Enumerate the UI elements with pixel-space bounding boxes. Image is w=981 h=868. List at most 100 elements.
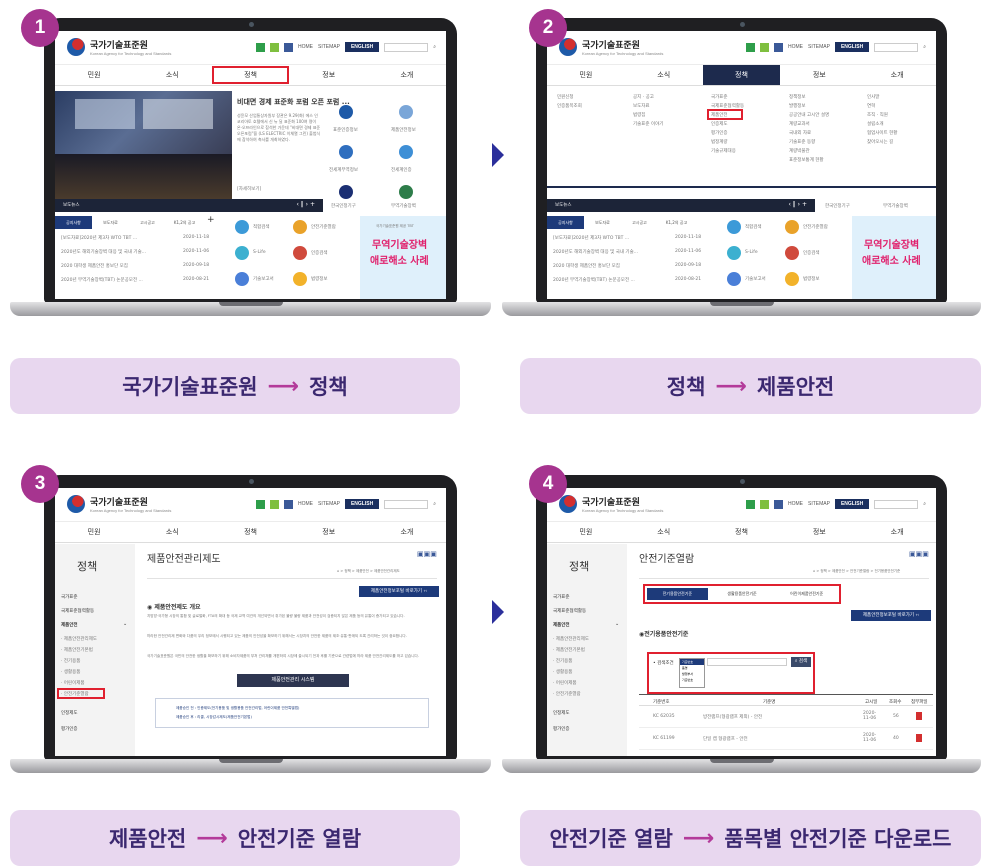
service-link[interactable]: 적합검색 xyxy=(745,224,762,230)
nav-about[interactable]: 소개 xyxy=(858,522,936,542)
menu-item[interactable]: 계량교과서 xyxy=(789,121,810,127)
mobile-icon[interactable] xyxy=(270,42,279,52)
nav-news[interactable]: 소식 xyxy=(625,522,703,542)
news-title[interactable]: 2020년 무역기술장벽(TBT) 논문공모전 ... xyxy=(61,277,143,283)
quick-link[interactable]: 무역기술장벽 xyxy=(883,203,908,209)
site-logo[interactable]: 국가기술표준원 Korean Agency for Technology and… xyxy=(559,495,663,513)
news-title[interactable]: [보도자료]2020년 제3차 WTO TBT ... xyxy=(553,235,629,241)
quick-link[interactable]: 무역기술장벽 xyxy=(391,203,416,209)
side-menu-item[interactable]: · 생활용품 xyxy=(61,669,80,675)
nav-info[interactable]: 정보 xyxy=(290,522,368,542)
search-icon[interactable]: ⌕ xyxy=(923,501,926,507)
news-title[interactable]: [보도자료]2020년 제3차 WTO TBT ... xyxy=(61,235,137,241)
english-button[interactable]: ENGLISH xyxy=(834,42,870,52)
side-menu-item[interactable]: · 안전기준열람 xyxy=(553,691,581,697)
nav-policy[interactable]: 정책 xyxy=(211,65,289,85)
site-logo[interactable]: 국가기술표준원 Korean Agency for Technology and… xyxy=(67,38,171,56)
quick-link[interactable]: 전세계인증 xyxy=(391,167,412,173)
menu-item[interactable]: 법정계량 xyxy=(711,139,728,145)
tab-k-announce[interactable]: K1,2의 공고 xyxy=(166,216,203,229)
side-menu-item[interactable]: · 전기용품 xyxy=(61,658,80,664)
menu-item[interactable]: 조직 · 직원 xyxy=(867,112,888,118)
menu-item[interactable]: 정책정보 xyxy=(789,94,806,100)
search-input[interactable] xyxy=(384,499,429,509)
search-input[interactable] xyxy=(874,42,919,52)
nav-news[interactable]: 소식 xyxy=(133,65,211,85)
service-link[interactable]: 기술보고서 xyxy=(253,276,274,282)
news-title[interactable]: 2020 대학생 제품안전 홍보단 모집 xyxy=(553,263,620,269)
menu-item[interactable]: 찾아오시는 길 xyxy=(867,139,893,145)
search-input[interactable] xyxy=(384,42,429,52)
menu-item[interactable]: 국가표준 xyxy=(711,94,728,100)
service-link[interactable]: 법령정보 xyxy=(311,276,328,282)
service-link[interactable]: 적합검색 xyxy=(253,224,270,230)
news-title[interactable]: 2020년도 해외기술장벽 대응 및 국내 기술... xyxy=(553,249,638,255)
side-menu-item[interactable]: 제품안전 xyxy=(61,622,78,628)
portal-link-button[interactable]: 제품안전정보포털 바로가기 ‹‹ xyxy=(851,610,931,621)
service-link[interactable]: 법령정보 xyxy=(803,276,820,282)
side-menu-item[interactable]: 제품안전 xyxy=(553,622,570,628)
side-menu-item[interactable]: · 어린이제품 xyxy=(61,680,85,686)
nav-civil[interactable]: 민원 xyxy=(547,522,625,542)
quick-link[interactable]: 제품안전정보 xyxy=(391,127,416,133)
service-link[interactable]: 안전기준열람 xyxy=(803,224,828,230)
menu-item[interactable]: 평가인증 xyxy=(711,130,728,136)
slider-controls[interactable]: ‹ ‖ › + xyxy=(788,201,807,208)
menu-item[interactable]: 기술규제대응 xyxy=(711,148,736,154)
search-icon[interactable]: ⌕ xyxy=(433,501,436,507)
chat-icon[interactable] xyxy=(746,42,755,52)
side-menu-item[interactable]: · 제품안전기본법 xyxy=(553,647,585,653)
pdf-icon[interactable] xyxy=(916,734,922,742)
quick-link[interactable]: 한국인정기구 xyxy=(331,203,356,209)
home-link[interactable]: HOME xyxy=(298,44,313,50)
nav-about[interactable]: 소개 xyxy=(368,522,446,542)
menu-item[interactable]: 설립소개 xyxy=(867,121,884,127)
tab-announce[interactable]: 고시공고 xyxy=(129,216,166,229)
nav-policy[interactable]: 정책 xyxy=(211,522,289,542)
english-button[interactable]: ENGLISH xyxy=(344,42,380,52)
menu-item[interactable]: 기술표준 동향 xyxy=(789,139,815,145)
menu-item[interactable]: 협업사이트 현황 xyxy=(867,130,897,136)
tab-press[interactable]: 보도자료 xyxy=(92,216,129,229)
side-menu-item[interactable]: 인정제도 xyxy=(553,710,570,716)
menu-item[interactable]: 인증제도 xyxy=(711,121,728,127)
main-visual[interactable] xyxy=(55,91,232,199)
site-logo[interactable]: 국가기술표준원 Korean Agency for Technology and… xyxy=(67,495,171,513)
menu-item[interactable]: 인사말 xyxy=(867,94,879,100)
nav-civil[interactable]: 민원 xyxy=(547,65,625,85)
share-icons[interactable]: ▣▣▣ xyxy=(909,550,929,558)
nav-policy[interactable]: 정책 xyxy=(702,65,781,85)
tbt-banner[interactable]: 국가기술표준원 제공 TBT 무역기술장벽 애로해소 사례 xyxy=(360,216,446,299)
mobile-icon[interactable] xyxy=(760,42,769,52)
news-more-icon[interactable]: + xyxy=(207,215,215,225)
chat-icon[interactable] xyxy=(256,499,265,509)
tab-k-announce[interactable]: K1,2의 공고 xyxy=(658,216,695,229)
side-menu-item[interactable]: 평가인증 xyxy=(553,726,570,732)
side-menu-item[interactable]: 인정제도 xyxy=(61,710,78,716)
side-menu-item[interactable]: · 어린이제품 xyxy=(553,680,577,686)
menu-item[interactable]: 연혁 xyxy=(867,103,875,109)
quick-link[interactable]: 전세계무역정보 xyxy=(329,167,358,173)
side-menu-item[interactable]: 국가표준 xyxy=(61,594,78,600)
sitemap-link[interactable]: SITEMAP xyxy=(808,501,830,507)
side-menu-item[interactable]: 국제표준협력활동 xyxy=(553,608,586,614)
tbt-banner[interactable]: 무역기술장벽 애로해소 사례 xyxy=(852,216,936,299)
tab-notice[interactable]: 공지사항 xyxy=(547,216,584,229)
chat-icon[interactable] xyxy=(256,42,265,52)
mobile-icon[interactable] xyxy=(270,499,279,509)
side-menu-item[interactable]: · 제품안전기본법 xyxy=(61,647,93,653)
portal-link-button[interactable]: 제품안전정보포털 바로가기 ‹‹ xyxy=(359,586,439,597)
news-title[interactable]: 2020 대학생 제품안전 홍보단 모집 xyxy=(61,263,128,269)
tab-notice[interactable]: 공지사항 xyxy=(55,216,92,229)
nav-about[interactable]: 소개 xyxy=(858,65,936,85)
search-icon[interactable]: ⌕ xyxy=(433,44,436,50)
side-menu-item[interactable]: 국가표준 xyxy=(553,594,570,600)
facebook-icon[interactable] xyxy=(284,42,293,52)
row-name[interactable]: 방전램프(형광램프 제외) - 안전 xyxy=(703,714,762,720)
side-menu-item[interactable]: · 생활용품 xyxy=(553,669,572,675)
home-link[interactable]: HOME xyxy=(298,501,313,507)
search-input[interactable] xyxy=(874,499,919,509)
side-menu-item[interactable]: · 제품안전관리제도 xyxy=(553,636,589,642)
sitemap-link[interactable]: SITEMAP xyxy=(808,44,830,50)
nav-policy[interactable]: 정책 xyxy=(703,522,781,542)
